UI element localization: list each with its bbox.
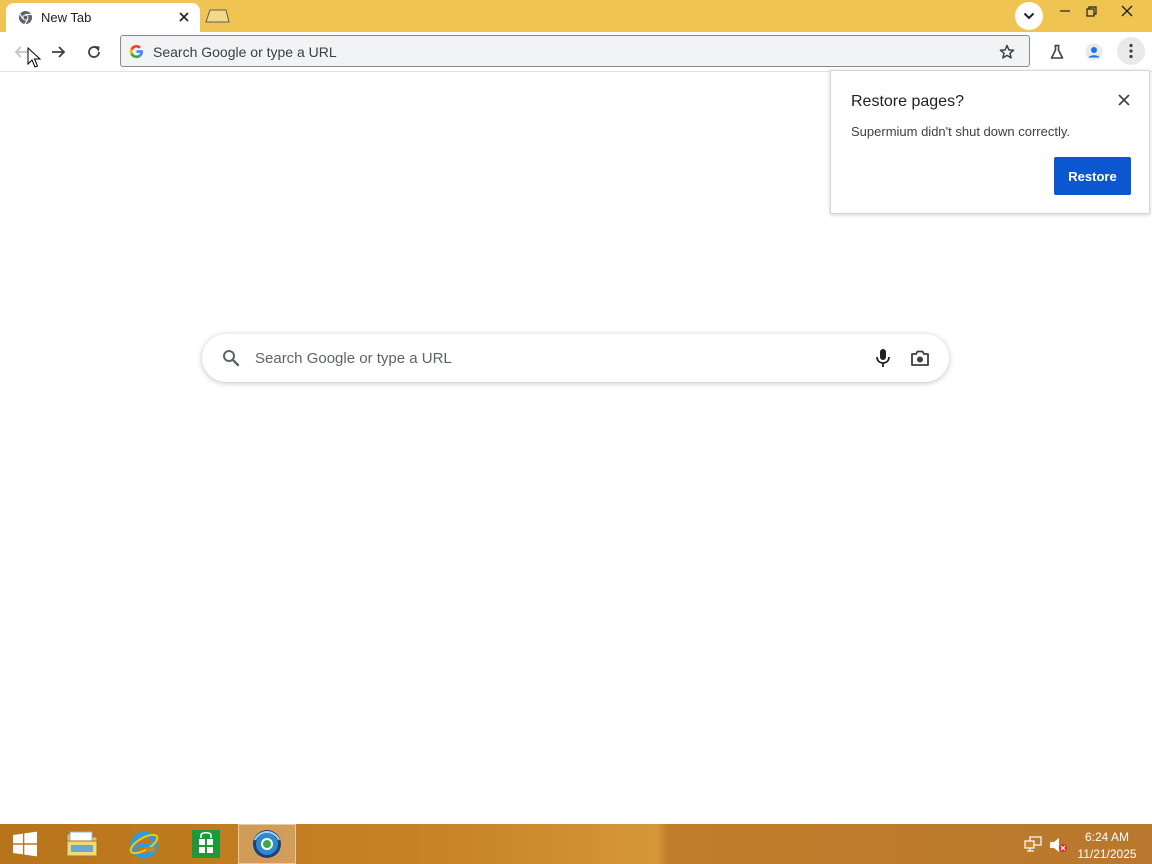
ntp-search-box[interactable]: Search Google or type a URL	[202, 334, 949, 382]
start-button[interactable]	[0, 824, 50, 864]
tab-search-button[interactable]	[1015, 2, 1043, 30]
microphone-icon[interactable]	[874, 348, 892, 368]
clock-time[interactable]: 6:24 AM	[1074, 830, 1140, 844]
restore-window-icon	[1085, 5, 1097, 17]
clock-date[interactable]: 11/21/2025	[1074, 847, 1140, 861]
flask-icon	[1050, 44, 1064, 59]
close-icon	[1118, 94, 1130, 106]
minimize-icon	[1060, 10, 1070, 12]
kebab-menu-icon	[1129, 43, 1133, 59]
close-window-button[interactable]	[1112, 0, 1142, 22]
windows-logo-icon	[13, 831, 37, 857]
forward-button[interactable]	[45, 39, 71, 65]
popup-message: Supermium didn't shut down correctly.	[851, 124, 1071, 139]
store-icon	[192, 830, 220, 858]
popup-title: Restore pages?	[851, 93, 964, 110]
network-icon[interactable]	[1024, 836, 1042, 852]
browser-toolbar: Search Google or type a URL	[0, 32, 1152, 72]
google-g-icon	[129, 44, 144, 59]
bookmark-button[interactable]	[997, 42, 1017, 62]
menu-button[interactable]	[1117, 37, 1145, 65]
reload-icon	[88, 45, 100, 58]
supermium-icon	[253, 830, 281, 858]
popup-close-button[interactable]	[1115, 91, 1133, 109]
restore-button[interactable]: Restore	[1054, 157, 1131, 195]
ntp-search-placeholder: Search Google or type a URL	[255, 350, 452, 367]
taskbar	[0, 824, 1152, 864]
chromium-icon	[18, 10, 33, 25]
labs-button[interactable]	[1044, 39, 1070, 65]
store-button[interactable]	[184, 824, 228, 864]
file-explorer-button[interactable]	[60, 824, 104, 864]
title-bar: New Tab	[0, 0, 1152, 32]
supermium-taskbar-button[interactable]	[238, 824, 296, 864]
close-icon	[179, 12, 189, 22]
omnibox-placeholder: Search Google or type a URL	[153, 44, 337, 60]
close-icon	[1121, 5, 1133, 17]
restore-window-button[interactable]	[1076, 0, 1106, 22]
chevron-down-icon	[1023, 12, 1035, 20]
profile-button[interactable]	[1081, 39, 1107, 65]
search-icon	[223, 350, 240, 367]
tab-close-button[interactable]	[176, 9, 192, 25]
tab-new-tab[interactable]: New Tab	[6, 3, 200, 32]
restore-pages-bubble: Restore pages? Supermium didn't shut dow…	[830, 70, 1150, 214]
new-tab-icon[interactable]	[204, 8, 230, 24]
person-icon	[1085, 43, 1103, 61]
omnibox[interactable]: Search Google or type a URL	[120, 35, 1030, 67]
internet-explorer-icon	[129, 831, 159, 859]
mouse-cursor-icon	[27, 47, 41, 68]
volume-muted-icon[interactable]	[1048, 836, 1068, 854]
camera-icon[interactable]	[910, 349, 930, 367]
folder-icon	[66, 831, 98, 857]
star-icon	[999, 44, 1015, 59]
arrow-right-icon	[52, 46, 66, 58]
tab-title: New Tab	[41, 10, 92, 25]
reload-button[interactable]	[81, 39, 107, 65]
internet-explorer-button[interactable]	[122, 824, 166, 864]
